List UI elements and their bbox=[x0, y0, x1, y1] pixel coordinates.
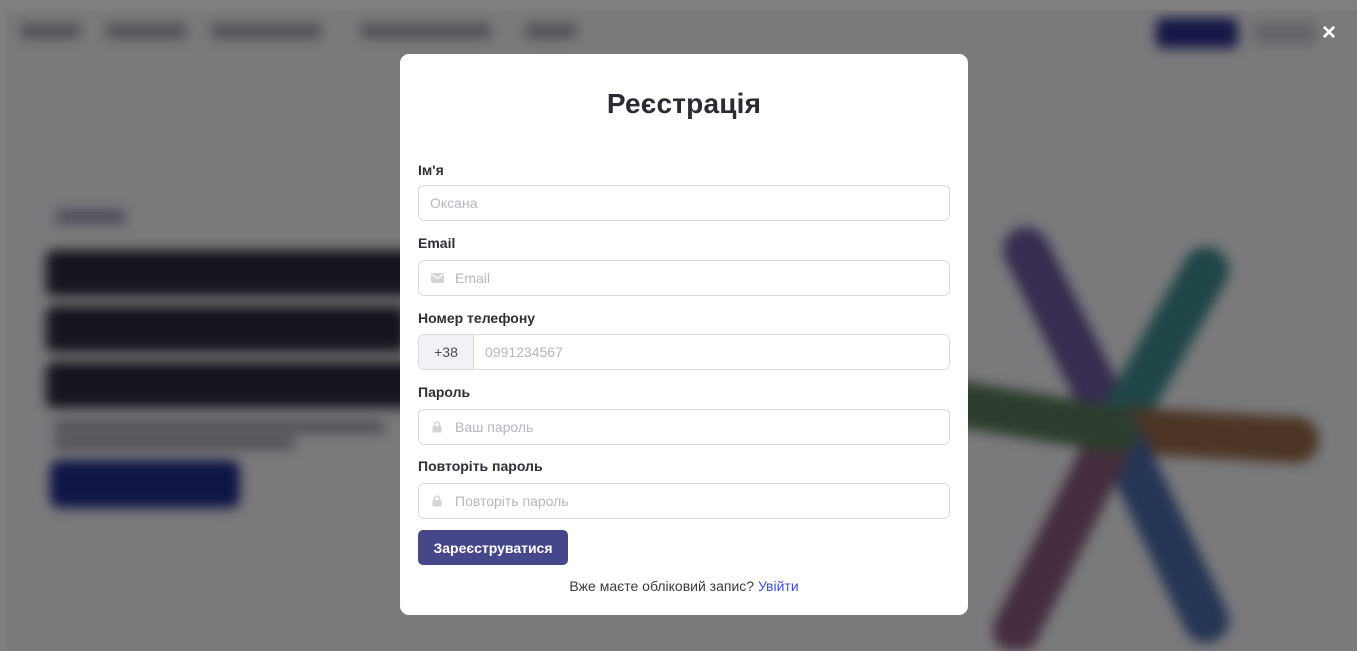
register-button[interactable]: Зареєструватися bbox=[418, 530, 568, 565]
modal-title: Реєстрація bbox=[606, 88, 762, 119]
password-label: Пароль bbox=[418, 384, 471, 400]
name-label: Ім'я bbox=[418, 162, 444, 178]
login-prompt: Вже маєте обліковий запис? Увійти bbox=[400, 578, 968, 594]
password-field bbox=[418, 409, 950, 445]
envelope-icon bbox=[419, 273, 455, 283]
password-repeat-field bbox=[418, 483, 950, 519]
login-link[interactable]: Увійти bbox=[758, 578, 799, 594]
registration-modal: Реєстрація Ім'я Email Номер телефону +38… bbox=[400, 54, 968, 615]
lock-icon bbox=[419, 421, 455, 433]
password-input[interactable] bbox=[455, 410, 949, 444]
name-field bbox=[418, 185, 950, 221]
password-repeat-label: Повторіть пароль bbox=[418, 458, 543, 474]
name-input[interactable] bbox=[419, 186, 949, 220]
email-label: Email bbox=[418, 235, 456, 251]
phone-prefix: +38 bbox=[419, 335, 474, 369]
email-field bbox=[418, 260, 950, 296]
email-input[interactable] bbox=[455, 261, 949, 295]
phone-input[interactable] bbox=[474, 335, 949, 369]
phone-field: +38 bbox=[418, 334, 950, 370]
phone-label: Номер телефону bbox=[418, 310, 536, 326]
close-icon[interactable]: × bbox=[1318, 21, 1340, 45]
login-prompt-text: Вже маєте обліковий запис? bbox=[569, 578, 755, 594]
lock-icon bbox=[419, 495, 455, 507]
password-repeat-input[interactable] bbox=[455, 484, 949, 518]
